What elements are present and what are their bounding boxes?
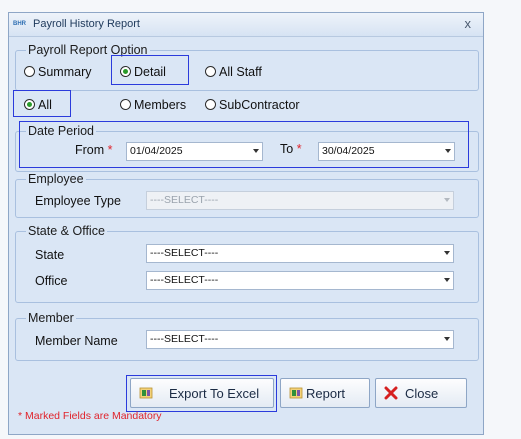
from-required-mark: * xyxy=(107,143,113,157)
employee-type-value: ----SELECT---- xyxy=(150,194,219,206)
state-label: State xyxy=(35,248,65,262)
app-icon: BHR xyxy=(13,21,26,27)
member-name-select[interactable]: ----SELECT---- xyxy=(146,330,454,349)
report-icon xyxy=(289,387,303,399)
window-title: Payroll History Report xyxy=(33,18,140,30)
to-date-value: 30/04/2025 xyxy=(322,145,375,157)
close-button[interactable]: Close xyxy=(375,378,467,408)
payroll-history-dialog: BHR Payroll History Report x Payroll Rep… xyxy=(8,12,484,435)
radio-all-staff[interactable]: All Staff xyxy=(205,64,262,80)
member-name-value: ----SELECT---- xyxy=(150,333,219,345)
employee-legend: Employee xyxy=(28,172,84,186)
export-highlight-box xyxy=(126,375,277,412)
to-required-mark: * xyxy=(296,142,302,156)
office-label: Office xyxy=(35,274,68,288)
state-dropdown-icon[interactable] xyxy=(444,251,450,255)
close-label: Close xyxy=(405,386,439,401)
state-office-group: State & Office xyxy=(15,224,479,303)
radio-summary[interactable]: Summary xyxy=(24,64,91,80)
to-label: To * xyxy=(280,142,302,156)
from-label: From * xyxy=(75,143,113,157)
radio-subcontractor[interactable]: SubContractor xyxy=(205,97,300,113)
report-label: Report xyxy=(306,386,346,401)
office-select[interactable]: ----SELECT---- xyxy=(146,271,454,290)
member-name-label: Member Name xyxy=(35,334,118,348)
from-date-value: 01/04/2025 xyxy=(130,145,183,157)
radio-subcontractor-label: SubContractor xyxy=(219,98,300,112)
employee-type-label: Employee Type xyxy=(35,194,121,208)
member-legend: Member xyxy=(28,311,74,325)
member-name-dropdown-icon[interactable] xyxy=(444,337,450,341)
radio-summary-indicator xyxy=(24,66,35,77)
state-office-legend: State & Office xyxy=(28,224,105,238)
radio-members-label: Members xyxy=(134,98,187,112)
radio-members-indicator xyxy=(120,99,131,110)
radio-members[interactable]: Members xyxy=(120,97,186,113)
to-date-picker[interactable]: 30/04/2025 xyxy=(318,142,455,161)
employee-type-select: ----SELECT---- xyxy=(146,191,454,210)
employee-type-dropdown-icon xyxy=(444,198,450,202)
radio-subcontractor-indicator xyxy=(205,99,216,110)
from-date-dropdown-icon[interactable] xyxy=(253,149,259,153)
radio-all-staff-label: All Staff xyxy=(219,65,262,79)
radio-summary-label: Summary xyxy=(38,65,92,79)
radio-all-staff-indicator xyxy=(205,66,216,77)
mandatory-note: * Marked Fields are Mandatory xyxy=(18,410,162,422)
detail-highlight-box xyxy=(111,55,189,85)
all-highlight-box xyxy=(13,90,71,117)
title-bar: BHR Payroll History Report x xyxy=(9,13,483,37)
state-select[interactable]: ----SELECT---- xyxy=(146,244,454,263)
office-dropdown-icon[interactable] xyxy=(444,278,450,282)
from-label-text: From xyxy=(75,143,105,157)
report-button[interactable]: Report xyxy=(280,378,370,408)
from-date-picker[interactable]: 01/04/2025 xyxy=(126,142,263,161)
office-value: ----SELECT---- xyxy=(150,274,219,286)
to-label-text: To xyxy=(280,142,294,156)
close-icon xyxy=(384,386,398,400)
state-value: ----SELECT---- xyxy=(150,247,219,259)
to-date-dropdown-icon[interactable] xyxy=(445,149,451,153)
close-window-icon[interactable]: x xyxy=(465,16,472,31)
